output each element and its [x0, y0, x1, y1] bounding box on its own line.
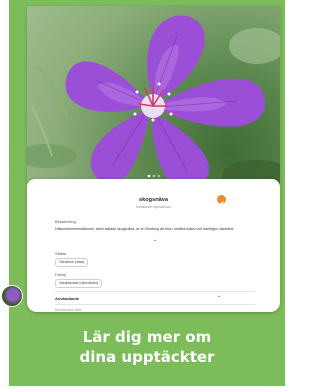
usage-chevron-down-icon[interactable]: ⌄ — [217, 293, 221, 299]
plant-info-sheet: skogsnäva Geranium sylvaticum Beskrivnin… — [27, 179, 280, 312]
plant-scientific-name: Geranium sylvaticum — [135, 205, 172, 209]
plant-photo — [27, 6, 280, 191]
description-heading: Beskrivning — [55, 219, 76, 224]
genus-label: Släkte — [55, 251, 67, 256]
description-text: Hälsorekommendationer, även kallade skog… — [55, 227, 234, 231]
more-section-label: Blommans fälti — [55, 307, 82, 312]
plant-thumbnail-avatar — [1, 285, 23, 307]
genus-chip[interactable]: Geranium (näva) — [55, 258, 89, 267]
headline-line-2: dina upptäckter — [79, 348, 215, 366]
phone-screen: skogsnäva Geranium sylvaticum Beskrivnin… — [27, 6, 280, 312]
geranium-flower-icon — [27, 15, 280, 191]
edit-button[interactable] — [217, 195, 226, 206]
family-label: Familj — [55, 272, 66, 277]
plant-common-name: skogsnäva — [139, 197, 168, 203]
usage-section-label[interactable]: Användande — [55, 296, 79, 301]
expand-description-chevron-icon[interactable]: ⌄ — [153, 237, 157, 243]
family-chip[interactable]: Geraniaceae (näveväxter) — [55, 279, 103, 288]
pencil-icon — [219, 201, 224, 206]
headline-line-1: Lär dig mer om — [82, 328, 212, 346]
divider — [55, 304, 255, 305]
divider — [55, 291, 255, 292]
